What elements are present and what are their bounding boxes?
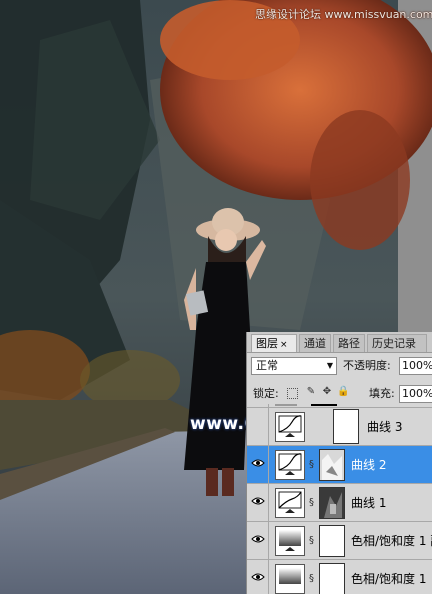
- tab-layers-label: 图层: [256, 337, 278, 350]
- layer-row-selected[interactable]: § 曲线 2: [247, 446, 432, 484]
- layer-mask-thumbnail[interactable]: [319, 487, 345, 519]
- chain-icon[interactable]: §: [309, 459, 314, 470]
- layer-row[interactable]: § 色相/饱和度 1 副: [247, 522, 432, 560]
- fill-label: 填充:: [369, 387, 395, 400]
- eye-icon: [251, 573, 265, 581]
- layer-name[interactable]: 曲线 2: [351, 456, 386, 473]
- chain-icon[interactable]: §: [309, 535, 314, 546]
- layers-list: 曲线 3 § 曲线 2 § 曲线 1 § 色相/饱和度 1 § 色相/饱和度 1: [247, 404, 432, 594]
- curves-adjustment-icon: [275, 488, 305, 518]
- tab-channels[interactable]: 通道: [299, 334, 331, 352]
- hue-saturation-icon: [275, 526, 305, 556]
- layer-mask-thumbnail: [311, 404, 337, 406]
- layer-mask-thumbnail[interactable]: [319, 449, 345, 481]
- close-icon[interactable]: ×: [280, 340, 288, 350]
- layer-thumbnail: [275, 404, 297, 406]
- layer-name[interactable]: 色相/饱和度 1: [351, 570, 427, 587]
- chain-icon[interactable]: §: [309, 573, 314, 584]
- curves-adjustment-icon: [275, 450, 305, 480]
- move-icon[interactable]: ✥: [321, 386, 333, 398]
- layer-row[interactable]: § 曲线 1: [247, 484, 432, 522]
- chain-icon[interactable]: §: [309, 497, 314, 508]
- blend-mode-select[interactable]: 正常 ▼: [251, 357, 337, 375]
- fill-field[interactable]: 100%: [399, 385, 432, 403]
- lock-transparent-icon[interactable]: [287, 388, 298, 399]
- lock-label: 锁定:: [253, 387, 279, 400]
- hue-saturation-icon: [275, 564, 305, 594]
- layer-row[interactable]: 曲线 3: [247, 408, 432, 446]
- layer-row[interactable]: § 色相/饱和度 1: [247, 560, 432, 594]
- tab-paths[interactable]: 路径: [333, 334, 365, 352]
- layer-mask-thumbnail[interactable]: [333, 409, 359, 444]
- layer-name[interactable]: 曲线 3: [367, 418, 402, 435]
- lock-icon[interactable]: 🔒: [337, 386, 349, 398]
- layer-mask-thumbnail[interactable]: [319, 563, 345, 594]
- eye-icon: [251, 497, 265, 505]
- layer-mask-thumbnail[interactable]: [319, 525, 345, 557]
- layers-panel: 图层 × 通道 路径 历史记录 正常 ▼ 不透明度: 100% 锁定: ✎ ✥ 🔒…: [246, 332, 432, 594]
- panel-tabs: 图层 × 通道 路径 历史记录: [247, 332, 432, 353]
- eye-icon: [251, 459, 265, 467]
- visibility-toggle[interactable]: [247, 408, 269, 445]
- visibility-toggle[interactable]: [247, 446, 269, 483]
- layer-name[interactable]: 曲线 1: [351, 494, 386, 511]
- dropdown-arrow-icon: ▼: [326, 361, 333, 370]
- opacity-label: 不透明度:: [343, 359, 391, 372]
- tab-layers[interactable]: 图层 ×: [251, 334, 297, 352]
- layer-name[interactable]: 色相/饱和度 1 副: [351, 532, 432, 549]
- visibility-toggle[interactable]: [247, 522, 269, 559]
- eye-icon: [251, 535, 265, 543]
- visibility-toggle[interactable]: [247, 560, 269, 594]
- tab-history[interactable]: 历史记录: [367, 334, 427, 352]
- watermark-top: 思缘设计论坛 www.missvuan.com: [255, 8, 432, 21]
- brush-icon[interactable]: ✎: [305, 386, 317, 398]
- blend-row: 正常 ▼ 不透明度: 100%: [247, 354, 432, 378]
- visibility-toggle[interactable]: [247, 484, 269, 521]
- visibility-toggle[interactable]: [247, 404, 269, 407]
- lock-row: 锁定: ✎ ✥ 🔒 填充: 100%: [247, 382, 432, 406]
- curves-adjustment-icon: [275, 412, 305, 442]
- opacity-field[interactable]: 100%: [399, 357, 432, 375]
- blend-mode-value: 正常: [256, 359, 278, 372]
